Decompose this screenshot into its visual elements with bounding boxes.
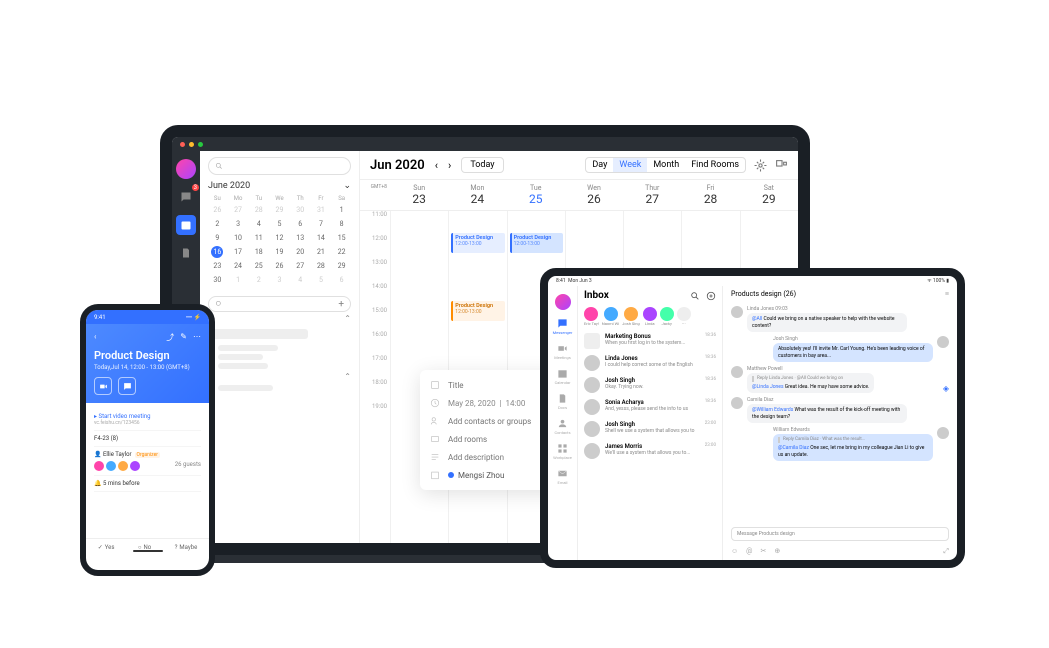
- rail-docs[interactable]: [176, 243, 196, 263]
- rsvp-maybe[interactable]: ? Maybe: [175, 544, 198, 551]
- chat-message[interactable]: Josh SinghAbsolutely yes! I'll invite Mr…: [731, 336, 949, 362]
- calendar-collapse-icon[interactable]: ⌃: [208, 372, 351, 381]
- mini-calendar-grid[interactable]: SuMoTuWeThFrSa 2627282930311 2345678 910…: [208, 195, 351, 286]
- conversation-list: Inbox Eric Tay! Naomi Wi Josh Sing Linda…: [578, 286, 723, 560]
- rail-calendar[interactable]: [176, 215, 196, 235]
- conversation-item[interactable]: Marketing BonusWhen you first log in to …: [578, 330, 722, 352]
- attach-icon[interactable]: ⊕: [774, 547, 780, 556]
- conversation-item[interactable]: James MorrisWe'll use a system that allo…: [578, 440, 722, 462]
- rail-messenger[interactable]: Messenger: [553, 318, 573, 335]
- search-input[interactable]: [208, 157, 351, 175]
- scissors-icon[interactable]: ✂: [760, 547, 766, 556]
- organizer-row[interactable]: 👤 Ellie TaylorOrganizer 26 guests: [94, 447, 201, 476]
- view-find-rooms[interactable]: Find Rooms: [685, 158, 745, 172]
- conversation-item[interactable]: Linda JonesI could help correct some of …: [578, 352, 722, 374]
- video-action[interactable]: [94, 377, 112, 395]
- rsvp-footer: ✓ Yes ○ No ? Maybe: [86, 538, 209, 556]
- tablet-rail: Messenger Meetings Calendar Docs Contact…: [548, 286, 578, 560]
- at-icon[interactable]: @: [746, 547, 752, 556]
- today-button[interactable]: Today: [461, 157, 503, 173]
- phone-status-bar: 9:41••• ⚡: [86, 310, 209, 324]
- chat-input[interactable]: Message Products design: [731, 527, 949, 541]
- room-row[interactable]: F4-23 (8): [94, 431, 201, 447]
- settings-icon[interactable]: [754, 159, 767, 172]
- rail-badge: 3: [192, 184, 199, 191]
- phone-device: 9:41••• ⚡ ‹ ⤴ ✎ ⋯ Product Design Today,J…: [80, 304, 215, 576]
- more-icon[interactable]: ⋯: [193, 332, 201, 343]
- week-header: GMT+8 Sun23 Mon24 Tue25 Wen26 Thur27 Fri…: [360, 180, 798, 211]
- rail-meetings[interactable]: Meetings: [554, 343, 571, 360]
- rail-calendar[interactable]: Calendar: [555, 368, 571, 385]
- view-month[interactable]: Month: [647, 158, 685, 172]
- edit-icon[interactable]: ✎: [180, 332, 187, 343]
- compose-icon[interactable]: [706, 291, 716, 301]
- chat-message[interactable]: Matthew PowellReply Linda Jones · @All C…: [731, 366, 949, 393]
- calendar-list: ⌃: [208, 329, 351, 394]
- rail-messages[interactable]: 3: [176, 187, 196, 207]
- story-row[interactable]: Eric Tay! Naomi Wi Josh Sing Linda Jacky…: [578, 305, 722, 330]
- event-subtitle: Today,Jul 14, 12:00 - 13:00 (GMT+8): [94, 364, 201, 371]
- share-icon[interactable]: ⤴: [166, 332, 174, 343]
- search-icon[interactable]: [690, 291, 700, 301]
- chat-panel: Products design (26) ≡ ◈ Linda Jones 09:…: [723, 286, 957, 560]
- emoji-icon[interactable]: ☺: [731, 547, 738, 556]
- chat-title[interactable]: Products design (26): [731, 290, 796, 298]
- tablet-status-bar: 8:41 Mon Jun 3 ᯤ 100% ▮: [548, 276, 957, 286]
- video-meeting-row[interactable]: ▸ Start video meeting vc.feishu.cn/12345…: [94, 409, 201, 431]
- conversation-item[interactable]: Josh SinghShell we use a system that all…: [578, 418, 722, 440]
- back-icon[interactable]: ‹: [94, 332, 96, 343]
- event-title: Product Design: [94, 349, 201, 362]
- conversation-item[interactable]: Sonia AcharyaAnd, yesss, please send the…: [578, 396, 722, 418]
- event-pd3[interactable]: Product Design12:00-13:00: [451, 301, 504, 321]
- rail-email[interactable]: Email: [557, 468, 568, 485]
- calendar-filter-input[interactable]: +: [208, 296, 351, 312]
- next-icon[interactable]: ›: [448, 159, 451, 172]
- view-week[interactable]: Week: [613, 158, 647, 172]
- chat-action[interactable]: [118, 377, 136, 395]
- mini-calendar-sidebar: June 2020 ⌄ SuMoTuWeThFrSa 2627282930311…: [200, 151, 360, 543]
- reminder-row[interactable]: 🔔 5 mins before: [94, 476, 201, 492]
- view-segment[interactable]: Day Week Month Find Rooms: [585, 157, 746, 173]
- calendar-collapse-icon[interactable]: ⌃: [208, 314, 351, 323]
- expand-icon[interactable]: ⤢: [943, 547, 949, 556]
- chat-message[interactable]: William EdwardsReply Camila Diaz · What …: [731, 427, 949, 461]
- view-day[interactable]: Day: [586, 158, 613, 172]
- user-avatar[interactable]: [176, 159, 196, 179]
- chat-message[interactable]: Camila Diaz@William Edwards What was the…: [731, 397, 949, 423]
- rail-contacts[interactable]: Contacts: [554, 418, 570, 435]
- rail-docs[interactable]: Docs: [557, 393, 568, 410]
- rail-workplace[interactable]: Workplace: [553, 443, 572, 460]
- event-pd2[interactable]: Product Design12:00-13:00: [510, 233, 563, 253]
- verified-icon: ◈: [943, 384, 949, 393]
- chat-message[interactable]: Linda Jones 09:03@All Could we bring on …: [731, 306, 949, 332]
- conversation-item[interactable]: Josh SinghOkay. Trying now.18:36: [578, 374, 722, 396]
- event-pd1[interactable]: Product Design12:00-13:00: [451, 233, 504, 253]
- tablet-device: 8:41 Mon Jun 3 ᯤ 100% ▮ Messenger Meetin…: [540, 268, 965, 568]
- window-chrome: [172, 137, 798, 151]
- chat-menu-icon[interactable]: ≡: [945, 290, 949, 298]
- chevron-down-icon[interactable]: ⌄: [343, 181, 351, 191]
- rsvp-yes[interactable]: ✓ Yes: [98, 544, 115, 551]
- user-avatar[interactable]: [555, 294, 571, 310]
- layout-icon[interactable]: [775, 159, 788, 172]
- inbox-title: Inbox: [584, 290, 609, 301]
- event-organizer: Mengsi Zhou: [448, 471, 504, 480]
- mini-month-label: June 2020: [208, 181, 250, 191]
- calendar-title: Jun 2020: [370, 158, 425, 173]
- prev-icon[interactable]: ‹: [435, 159, 438, 172]
